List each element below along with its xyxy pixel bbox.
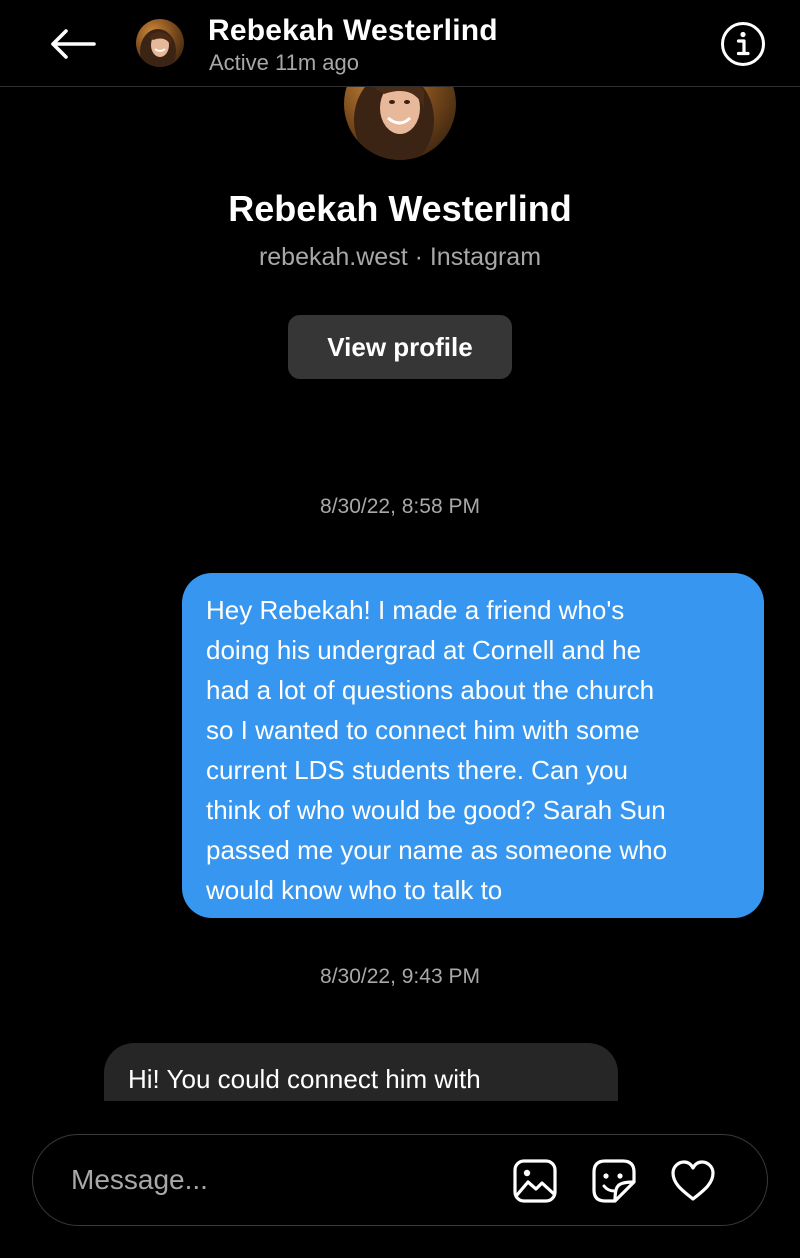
- heart-icon[interactable]: [669, 1157, 717, 1205]
- message-timestamp: 8/30/22, 8:58 PM: [320, 495, 480, 518]
- message-line: would know who to talk to: [206, 875, 503, 905]
- conversation-header: Rebekah Westerlind Active 11m ago: [0, 0, 800, 87]
- view-profile-button[interactable]: View profile: [288, 315, 512, 379]
- message-input[interactable]: [71, 1155, 491, 1205]
- message-line: think of who would be good? Sarah Sun: [206, 795, 666, 825]
- message-line: doing his undergrad at Cornell and he: [206, 635, 642, 665]
- dm-thread-screen: Rebekah Westerlind Active 11m ago Rebeka…: [0, 0, 800, 1258]
- received-message-bubble[interactable]: Hi! You could connect him with: [104, 1043, 618, 1101]
- active-status: Active 11m ago: [209, 50, 360, 75]
- message-line: Hey Rebekah! I made a friend who's: [206, 595, 625, 625]
- info-icon: [721, 22, 765, 66]
- profile-name: Rebekah Westerlind: [228, 188, 572, 229]
- message-line: so I wanted to connect him with some: [206, 715, 640, 745]
- header-avatar[interactable]: [136, 19, 184, 67]
- profile-username-platform: rebekah.west · Instagram: [258, 243, 542, 271]
- back-button[interactable]: [44, 22, 100, 66]
- sent-message-bubble[interactable]: Hey Rebekah! I made a friend who's doing…: [182, 573, 764, 918]
- header-contact-name[interactable]: Rebekah Westerlind: [208, 14, 498, 48]
- arrow-left-icon: [51, 29, 96, 59]
- message-timestamp: 8/30/22, 9:43 PM: [320, 965, 480, 988]
- message-line: had a lot of questions about the church: [206, 675, 655, 705]
- message-line: current LDS students there. Can you: [206, 755, 629, 785]
- message-line: passed me your name as someone who: [206, 835, 668, 865]
- received-message-clip: Hi! You could connect him with: [104, 1043, 618, 1101]
- message-composer: [32, 1134, 768, 1226]
- sticker-icon[interactable]: [590, 1157, 638, 1205]
- info-button[interactable]: [720, 21, 766, 67]
- image-icon[interactable]: [511, 1157, 559, 1205]
